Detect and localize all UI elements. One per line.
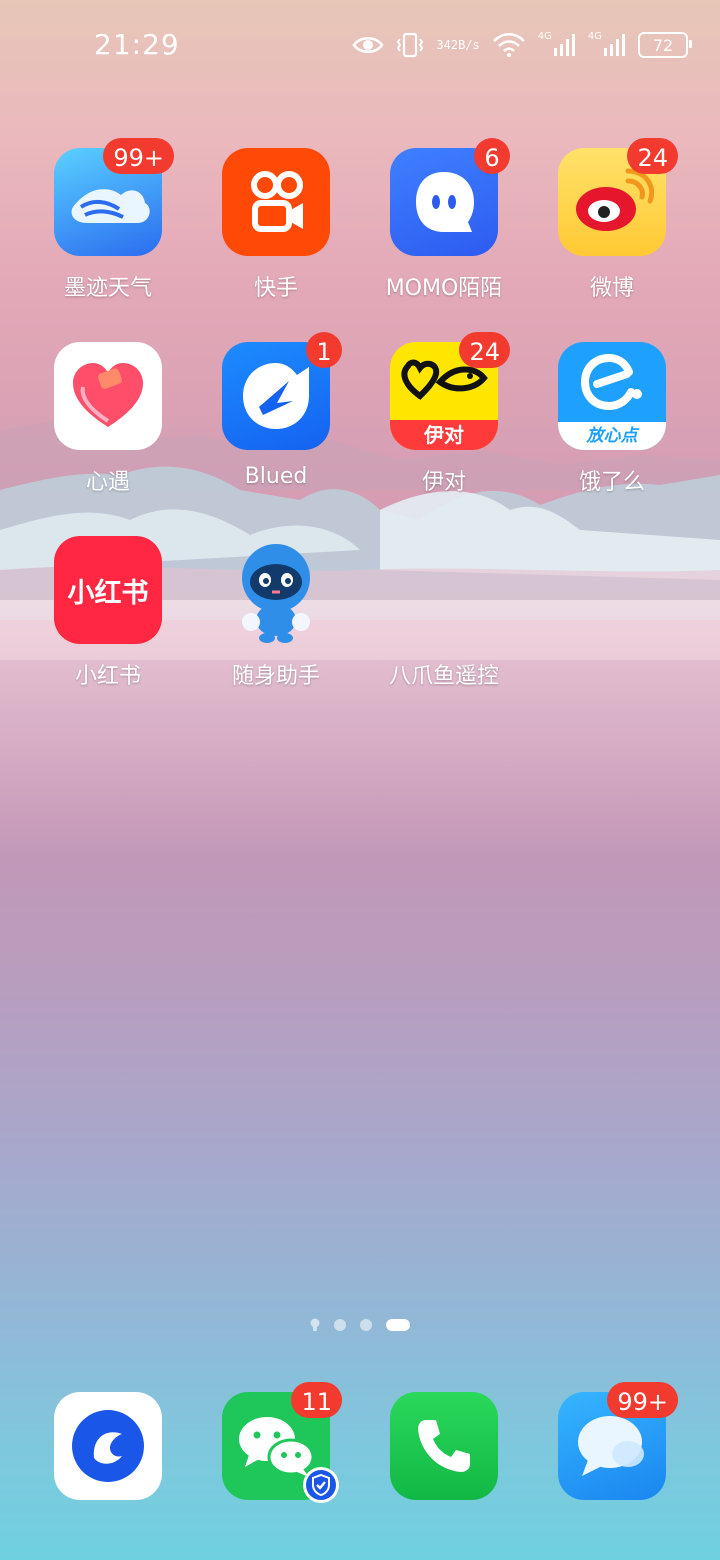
app-icon: 6 xyxy=(390,138,510,256)
eleme-icon: 放心点 xyxy=(558,342,666,450)
dock: 11 99+ xyxy=(0,1382,720,1503)
app-weibo[interactable]: 24 微博 xyxy=(528,138,696,302)
yidui-icon-text: 伊对 xyxy=(390,420,498,450)
app-eleme[interactable]: 放心点 饿了么 xyxy=(528,342,696,496)
app-label: 伊对 xyxy=(421,470,466,495)
status-icons: 342 B/s 4G 4G 72 xyxy=(352,28,692,62)
signal-icon xyxy=(604,34,625,56)
kuaishou-icon xyxy=(222,148,330,256)
sim1-label: 4G xyxy=(537,31,552,42)
app-icon xyxy=(390,1392,498,1500)
page-dot[interactable] xyxy=(360,1319,372,1331)
app-icon: 99+ xyxy=(54,138,174,256)
page-dot-active[interactable] xyxy=(386,1319,410,1331)
page-indicator[interactable] xyxy=(0,1318,720,1332)
dock-wechat[interactable]: 11 xyxy=(192,1382,360,1503)
vibrate-icon xyxy=(396,32,424,58)
net-speed-value: 342 xyxy=(436,38,459,52)
notification-badge: 24 xyxy=(627,138,678,174)
app-icon xyxy=(54,1392,162,1500)
app-icon: 99+ xyxy=(558,1382,678,1500)
app-moji-weather[interactable]: 99+ 墨迹天气 xyxy=(24,138,192,302)
app-blued[interactable]: 1 Blued xyxy=(192,332,360,489)
xiaohongshu-icon: 小红书 xyxy=(54,536,162,644)
signal-icon xyxy=(553,34,575,56)
app-label: 饿了么 xyxy=(578,470,645,495)
app-label: Blued xyxy=(244,464,308,489)
dock-browser[interactable] xyxy=(24,1392,192,1500)
app-icon: 24 xyxy=(558,138,678,256)
notification-badge: 24 xyxy=(459,332,510,368)
wifi-icon xyxy=(492,32,526,58)
status-time: 21:29 xyxy=(94,28,180,61)
notification-badge: 1 xyxy=(306,332,342,368)
page-dot[interactable] xyxy=(334,1319,346,1331)
app-icon xyxy=(222,148,330,256)
app-icon: 1 xyxy=(222,332,342,450)
app-label: 八爪鱼遥控 xyxy=(388,664,499,689)
net-speed-unit: B/s xyxy=(458,38,480,52)
app-kuaishou[interactable]: 快手 xyxy=(192,148,360,302)
app-label: 心遇 xyxy=(85,470,130,495)
notification-badge: 6 xyxy=(474,138,510,174)
octopus-remote-icon xyxy=(390,536,498,644)
app-label: 微博 xyxy=(589,276,634,301)
sim2-label: 4G xyxy=(587,31,602,42)
notification-badge: 11 xyxy=(291,1382,342,1418)
app-label: 小红书 xyxy=(74,664,141,689)
xiaohongshu-icon-text: 小红书 xyxy=(67,577,149,609)
app-yidui[interactable]: 伊对 24 伊对 xyxy=(360,332,528,496)
status-bar: 21:29 342 B/s 4G 4G 72 xyxy=(0,0,720,92)
verified-shield-icon xyxy=(302,1466,340,1508)
app-icon: 小红书 xyxy=(54,536,162,644)
xinyu-icon xyxy=(54,342,162,450)
app-label: 墨迹天气 xyxy=(63,276,152,301)
app-label: MOMO陌陌 xyxy=(385,276,503,301)
phone-icon xyxy=(390,1392,498,1500)
app-icon: 11 xyxy=(222,1382,342,1503)
eye-comfort-icon xyxy=(352,34,384,56)
sim2-signal: 4G xyxy=(587,31,626,56)
app-icon xyxy=(222,536,330,644)
eleme-icon-text: 放心点 xyxy=(558,422,666,450)
app-icon: 放心点 xyxy=(558,342,666,450)
app-icon xyxy=(390,536,498,644)
battery-indicator: 72 xyxy=(638,32,692,58)
app-icon xyxy=(54,342,162,450)
app-label: 快手 xyxy=(253,276,298,301)
battery-level: 72 xyxy=(652,35,674,55)
app-assistant[interactable]: 随身助手 xyxy=(192,536,360,690)
notification-badge: 99+ xyxy=(103,138,174,174)
app-xinyu[interactable]: 心遇 xyxy=(24,342,192,496)
app-xiaohongshu[interactable]: 小红书 小红书 xyxy=(24,536,192,690)
assistant-mascot-icon xyxy=(222,536,330,644)
lightbulb-icon xyxy=(310,1318,320,1331)
app-momo[interactable]: 6 MOMO陌陌 xyxy=(360,138,528,302)
notification-badge: 99+ xyxy=(607,1382,678,1418)
app-octopus-remote[interactable]: 八爪鱼遥控 xyxy=(360,536,528,690)
dock-messages[interactable]: 99+ xyxy=(528,1382,696,1500)
network-speed: 342 B/s xyxy=(436,39,479,51)
app-label: 随身助手 xyxy=(231,664,320,689)
browser-icon xyxy=(54,1392,162,1500)
dock-phone[interactable] xyxy=(360,1392,528,1500)
app-icon: 伊对 24 xyxy=(390,332,510,450)
sim1-signal: 4G xyxy=(537,31,576,56)
